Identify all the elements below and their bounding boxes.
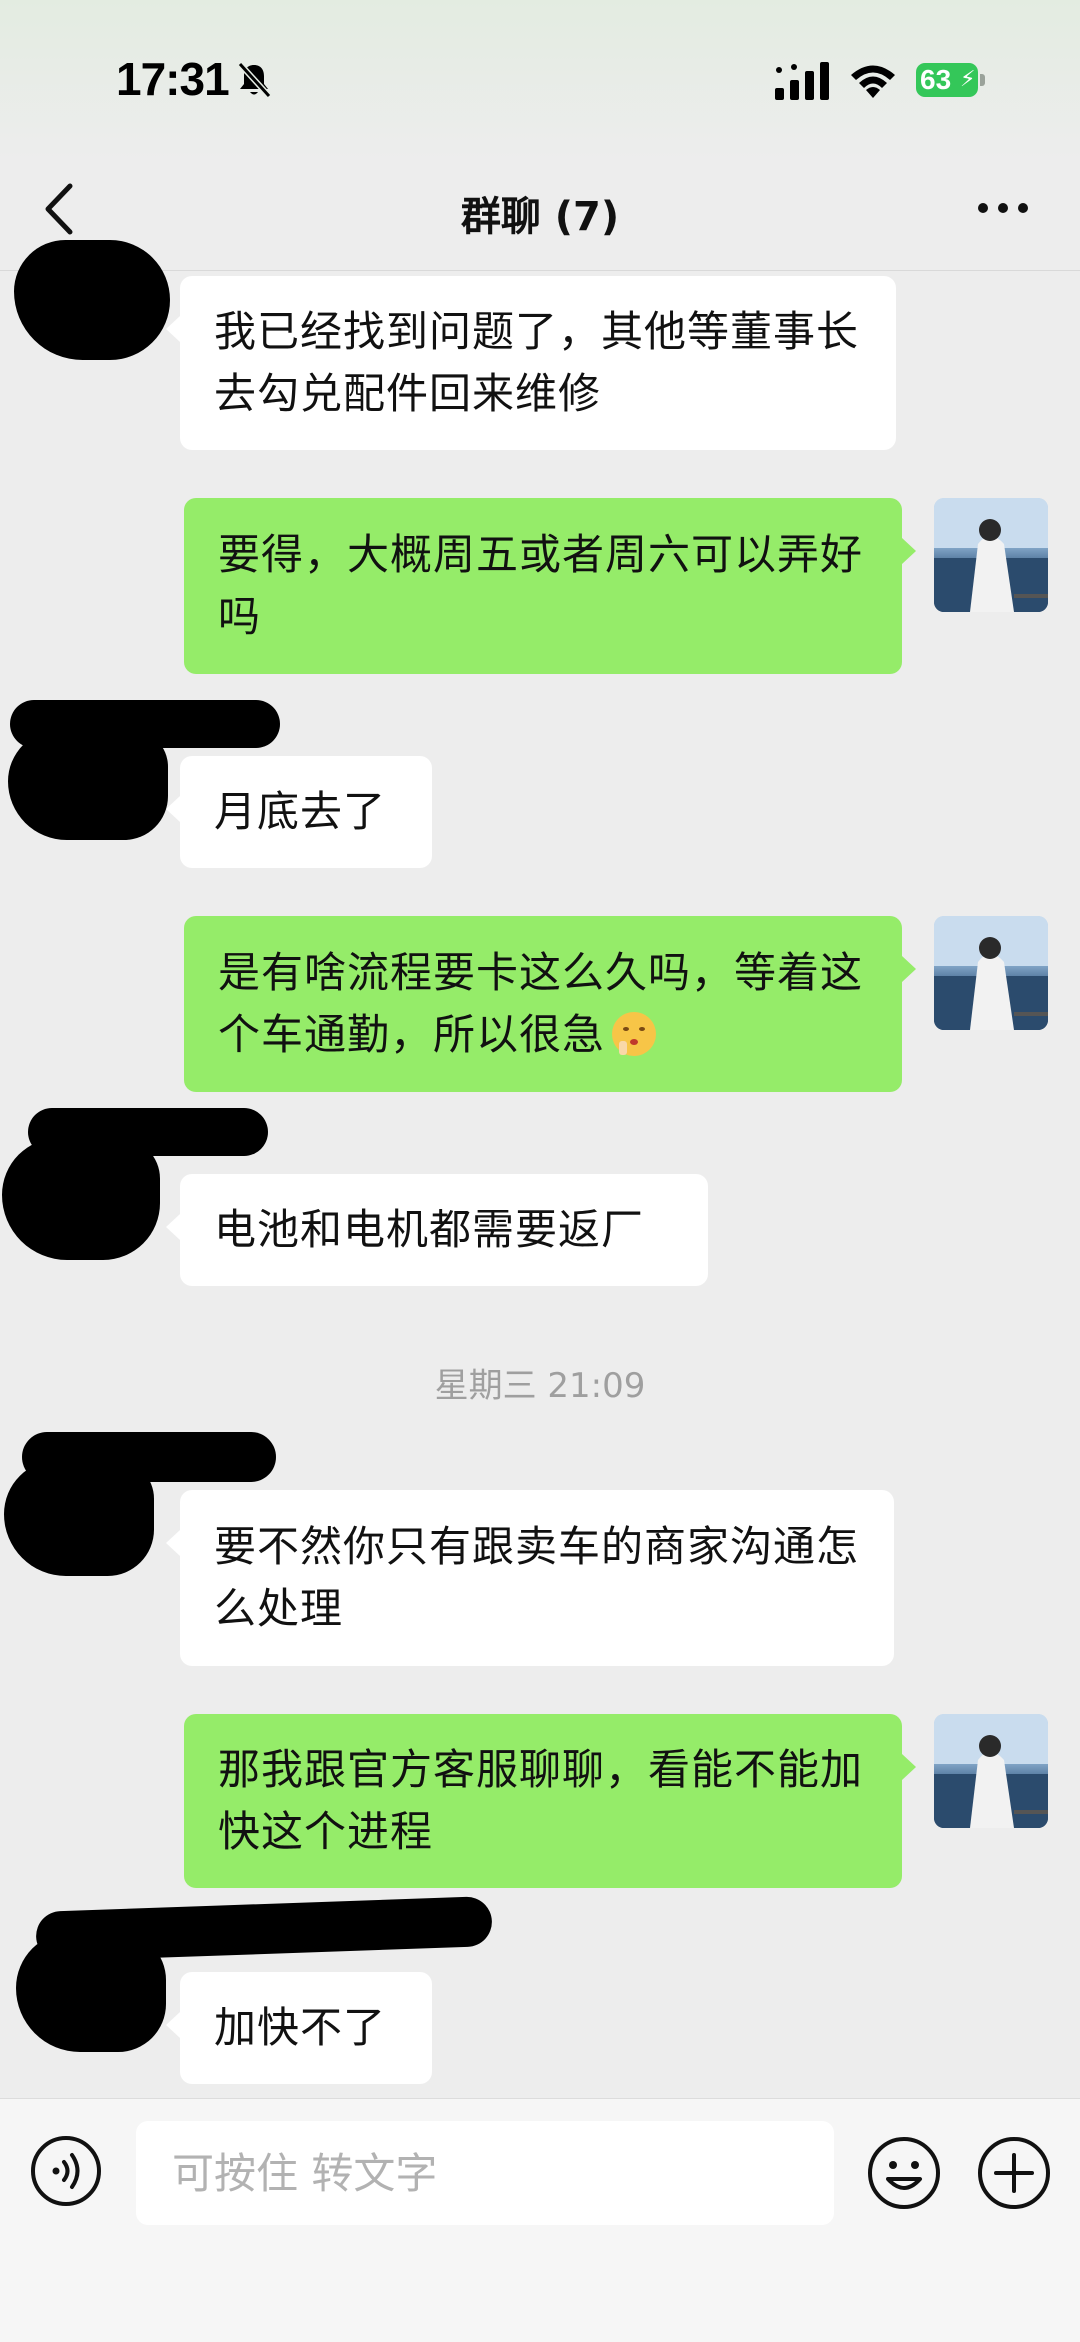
message-bubble-incoming[interactable]: 电池和电机都需要返厂 bbox=[166, 1174, 708, 1286]
message-text: 那我跟官方客服聊聊，看能不能加快这个进程 bbox=[218, 1745, 864, 1856]
chat-title: 群聊 (7) bbox=[460, 194, 620, 240]
status-bar: 17:31 63 ⚡ bbox=[0, 0, 1080, 160]
my-avatar[interactable] bbox=[934, 1714, 1048, 1828]
signal-icon bbox=[775, 62, 829, 100]
chat-header: 群聊 (7) bbox=[0, 160, 1080, 271]
message-text: 加快不了 bbox=[214, 2003, 387, 2052]
message-bubble-incoming[interactable]: 月底去了 bbox=[166, 756, 432, 868]
message-text: 我已经找到问题了，其他等董事长去勾兑配件回来维修 bbox=[214, 307, 860, 418]
wifi-icon bbox=[851, 65, 895, 98]
plus-icon[interactable] bbox=[976, 2135, 1052, 2211]
emoji-icon[interactable] bbox=[866, 2135, 942, 2211]
message-text: 电池和电机都需要返厂 bbox=[214, 1205, 645, 1254]
shushing-face-emoji-icon bbox=[612, 1012, 657, 1056]
message-bubble-outgoing[interactable]: 那我跟官方客服聊聊，看能不能加快这个进程 bbox=[184, 1714, 916, 1888]
redacted-avatar bbox=[16, 1932, 166, 2052]
my-avatar[interactable] bbox=[934, 498, 1048, 612]
message-text: 要得，大概周五或者周六可以弄好吗 bbox=[218, 530, 864, 641]
redacted-avatar bbox=[4, 1460, 154, 1576]
message-text: 月底去了 bbox=[214, 787, 387, 836]
redacted-avatar bbox=[8, 730, 168, 840]
more-icon[interactable] bbox=[976, 200, 1030, 216]
input-bar bbox=[0, 2098, 1080, 2342]
message-text: 要不然你只有跟卖车的商家沟通怎么处理 bbox=[214, 1522, 860, 1633]
redacted-avatar bbox=[14, 240, 170, 360]
bell-slash-icon bbox=[237, 61, 272, 99]
voice-icon[interactable] bbox=[30, 2135, 102, 2207]
message-bubble-incoming[interactable]: 要不然你只有跟卖车的商家沟通怎么处理 bbox=[166, 1490, 894, 1666]
message-text-content: 是有啥流程要卡这么久吗，等着这个车通勤，所以很急 bbox=[218, 948, 864, 1059]
message-bubble-outgoing[interactable]: 是有啥流程要卡这么久吗，等着这个车通勤，所以很急 bbox=[184, 916, 916, 1092]
battery-charging-icon: 63 ⚡ bbox=[916, 63, 986, 97]
message-bubble-incoming[interactable]: 我已经找到问题了，其他等董事长去勾兑配件回来维修 bbox=[166, 276, 896, 450]
message-bubble-outgoing[interactable]: 要得，大概周五或者周六可以弄好吗 bbox=[184, 498, 916, 674]
message-input[interactable] bbox=[136, 2121, 834, 2225]
my-avatar[interactable] bbox=[934, 916, 1048, 1030]
message-text: 是有啥流程要卡这么久吗，等着这个车通勤，所以很急 bbox=[218, 942, 868, 1066]
chat-timestamp: 星期三 21:09 bbox=[434, 1366, 646, 1406]
status-time: 17:31 bbox=[116, 53, 230, 105]
redacted-avatar bbox=[2, 1138, 160, 1260]
message-bubble-incoming[interactable]: 加快不了 bbox=[166, 1972, 432, 2084]
